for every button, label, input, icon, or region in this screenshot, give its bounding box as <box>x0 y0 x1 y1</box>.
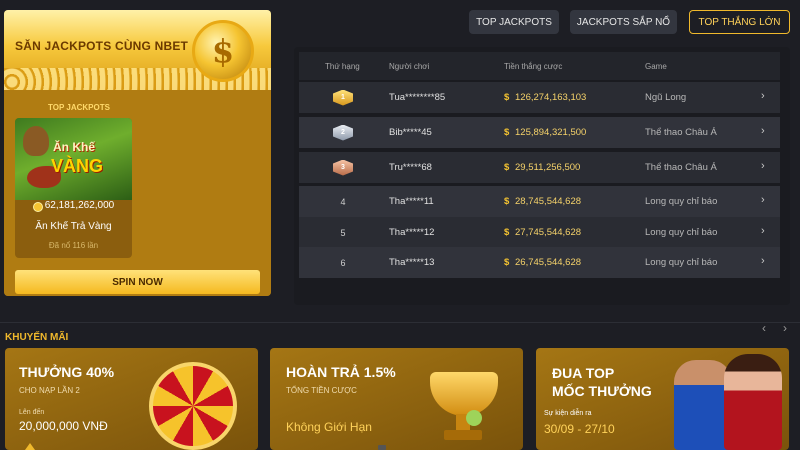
rank-cell: 3 <box>331 152 355 183</box>
nav-icon[interactable] <box>378 445 386 450</box>
promo-amount: 20,000,000 VNĐ <box>19 419 108 433</box>
jackpot-banner: SĂN JACKPOTS CÙNG NBET $ <box>4 10 271 90</box>
promo-heading-line1: ĐUA TOP <box>552 365 615 381</box>
model-image <box>724 354 782 450</box>
game-name: Ăn Khế Trả Vàng <box>35 221 112 232</box>
promo-value: Không Giới Hạn <box>286 420 372 434</box>
game-cell: Thể thao Châu Á <box>645 127 717 138</box>
amount-cell: 29,511,256,500 <box>515 162 581 173</box>
rank-cell: 2 <box>331 117 355 148</box>
winners-table: Thứ hạng Người chơi Tiền thắng cược Game… <box>294 47 790 305</box>
jackpot-panel-title: SĂN JACKPOTS CÙNG NBET <box>15 39 189 53</box>
player-cell: Tru*****68 <box>389 162 432 173</box>
prize-wheel-icon <box>149 362 237 450</box>
jackpot-panel: SĂN JACKPOTS CÙNG NBET $ TOP JACKPOTS Ăn… <box>4 10 271 296</box>
chevron-right-icon[interactable]: › <box>761 90 765 102</box>
jackpot-body: TOP JACKPOTS Ăn Khế VÀNG 62,181,262,000 … <box>4 90 271 296</box>
table-row[interactable]: 5 Tha*****12 $ 27,745,544,628 Long quy c… <box>299 217 780 248</box>
amount-cell: 28,745,544,628 <box>515 196 582 207</box>
table-row[interactable]: 6 Tha*****13 $ 26,745,544,628 Long quy c… <box>299 247 780 278</box>
table-row[interactable]: 4 Tha*****11 $ 28,745,544,628 Long quy c… <box>299 186 780 217</box>
table-row[interactable]: 1 Tua********85 $ 126,274,163,103 Ngũ Lo… <box>299 82 780 113</box>
chevron-right-icon[interactable]: › <box>761 160 765 172</box>
promo-subheading: TỔNG TIỀN CƯỢC <box>286 386 357 395</box>
rank-cell: 6 <box>340 257 346 268</box>
promo-heading: THƯỞNG 40% <box>19 364 115 380</box>
section-divider <box>0 322 800 323</box>
amount-cell: 125,894,321,500 <box>515 127 587 138</box>
promo-subheading: CHO NẠP LẦN 2 <box>19 386 80 395</box>
header-winnings: Tiền thắng cược <box>504 62 563 71</box>
game-cell: Long quy chỉ báo <box>645 227 718 238</box>
currency-icon: $ <box>504 127 510 138</box>
table-row[interactable]: 3 Tru*****68 $ 29,511,256,500 Thể thao C… <box>299 152 780 183</box>
chevron-right-icon[interactable]: › <box>761 255 765 267</box>
game-hit-count: Đã nổ 116 lần <box>48 241 99 250</box>
amount-cell: 126,274,163,103 <box>515 92 587 103</box>
promo-heading: ĐUA TOP MỐC THƯỞNG <box>552 364 652 400</box>
game-cell: Ngũ Long <box>645 92 687 103</box>
promo-card-cashback[interactable]: HOÀN TRẢ 1.5% TỔNG TIỀN CƯỢC Không Giới … <box>270 348 523 450</box>
dollar-coin-icon: $ <box>192 20 254 82</box>
featured-game-card[interactable]: Ăn Khế VÀNG 62,181,262,000 Ăn Khế Trả Và… <box>15 118 132 258</box>
currency-icon: $ <box>504 162 510 173</box>
promo-heading-line2: MỐC THƯỞNG <box>552 383 652 399</box>
tab-top-thang-lon[interactable]: TOP THẮNG LỚN <box>689 10 790 34</box>
player-cell: Tua********85 <box>389 92 446 103</box>
currency-icon: $ <box>504 227 510 238</box>
monkey-figure <box>23 126 49 156</box>
promo-small-text: Lên đến <box>19 409 45 416</box>
player-cell: Tha*****12 <box>389 227 435 238</box>
currency-icon: $ <box>504 196 510 207</box>
player-cell: Tha*****11 <box>389 196 434 207</box>
rank-cell: 4 <box>340 196 346 207</box>
amount-cell: 26,745,544,628 <box>515 257 582 268</box>
bronze-medal-icon: 3 <box>333 159 353 176</box>
game-thumbnail[interactable]: Ăn Khế VÀNG <box>15 118 132 200</box>
game-cell: Long quy chỉ báo <box>645 196 718 207</box>
chevron-right-icon[interactable]: › <box>761 125 765 137</box>
spin-now-button[interactable]: SPIN NOW <box>15 270 260 294</box>
header-rank: Thứ hạng <box>325 62 360 71</box>
currency-icon: $ <box>504 92 510 103</box>
chevron-right-icon[interactable]: › <box>783 321 787 335</box>
rank-cell: 5 <box>340 227 346 238</box>
promo-small-text: Sự kiện diễn ra <box>544 410 592 417</box>
chevron-right-icon[interactable]: › <box>761 194 765 206</box>
chevron-right-icon[interactable]: › <box>761 225 765 237</box>
promo-heading: HOÀN TRẢ 1.5% <box>286 364 396 380</box>
player-cell: Tha*****13 <box>389 257 435 268</box>
chevron-left-icon[interactable]: ‹ <box>762 321 766 335</box>
game-logo-line2: VÀNG <box>51 156 104 176</box>
rank-cell: 1 <box>331 82 355 113</box>
promotions-title: KHUYẾN MÃI <box>5 332 69 343</box>
amount-cell: 27,745,544,628 <box>515 227 582 238</box>
tennis-ball-icon <box>466 410 482 426</box>
header-game: Game <box>645 62 667 71</box>
promo-dates: 30/09 - 27/10 <box>544 422 615 436</box>
currency-icon: $ <box>504 257 510 268</box>
game-logo-line1: Ăn Khế <box>53 140 95 154</box>
table-header: Thứ hạng Người chơi Tiền thắng cược Game <box>299 52 780 80</box>
tab-top-jackpots[interactable]: TOP JACKPOTS <box>469 10 559 34</box>
trophy-base <box>444 430 482 440</box>
silver-medal-icon: 2 <box>333 124 353 141</box>
tab-jackpots-sap-no[interactable]: JACKPOTS SẮP NỔ <box>570 10 677 34</box>
promo-card-race[interactable]: ĐUA TOP MỐC THƯỞNG Sự kiện diễn ra 30/09… <box>536 348 789 450</box>
top-jackpots-label: TOP JACKPOTS <box>48 103 110 112</box>
promo-card-deposit-bonus[interactable]: THƯỞNG 40% CHO NẠP LẦN 2 Lên đến 20,000,… <box>5 348 258 450</box>
game-jackpot-amount: 62,181,262,000 <box>44 200 115 211</box>
header-player: Người chơi <box>389 62 430 71</box>
game-cell: Long quy chỉ báo <box>645 257 718 268</box>
gold-medal-icon: 1 <box>333 89 353 106</box>
table-row[interactable]: 2 Bib*****45 $ 125,894,321,500 Thể thao … <box>299 117 780 148</box>
game-cell: Thể thao Châu Á <box>645 162 717 173</box>
trophy-icon <box>430 372 498 416</box>
player-cell: Bib*****45 <box>389 127 432 138</box>
